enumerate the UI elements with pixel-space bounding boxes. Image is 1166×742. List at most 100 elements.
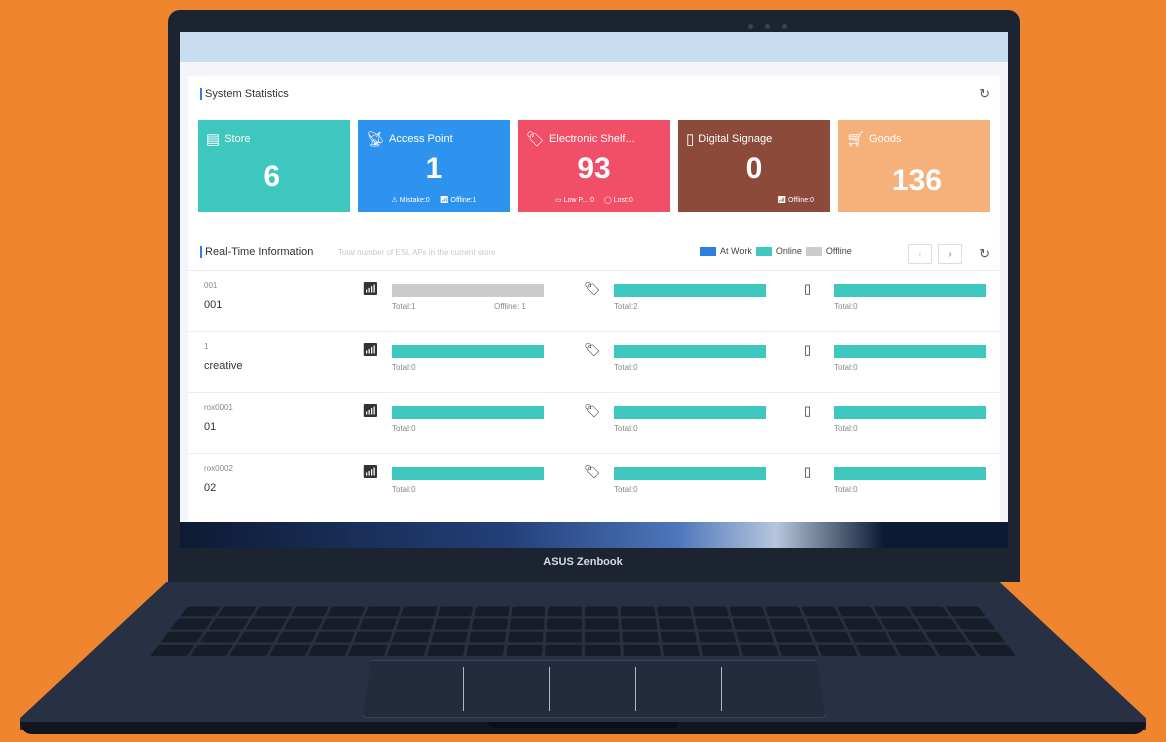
legend-label: At Work [720,246,752,256]
keyboard-key [728,606,766,617]
keyboard-key [353,631,393,643]
keyboard-key [545,644,582,656]
keyboard-key [932,644,977,656]
cart-icon: 🛒︎ [846,131,866,148]
tablet-icon: ▯ [804,281,812,296]
store-card[interactable]: ▤ Store 6 [198,120,350,212]
keyboard-key [471,618,508,630]
store-row[interactable]: 001 001 📶︎ Total:1 Offline: 1 🏷︎ Total:2… [188,270,1000,331]
keyboard-key [198,631,242,643]
keyboard-key [778,644,819,656]
store-name: 01 [204,421,217,433]
keyboard-key [879,618,921,630]
keyboard-key [179,606,221,617]
keyboard-key [732,618,770,630]
card-value: 1 [425,152,443,185]
keyboard-key [474,606,510,617]
electronic-shelf-label-card[interactable]: 🏷︎ Electronic Shelf... 93 ▭ Low P... 0 ◯ … [518,120,670,212]
keyboard-key [546,618,582,630]
store-code: 1 [204,342,209,351]
keyboard-key [661,644,700,656]
signage-total: Total:0 [834,363,858,372]
refresh-icon[interactable]: ↻ [979,86,990,102]
keyboard-key [692,606,729,617]
card-label: Store [224,133,251,145]
keyboard-key [800,606,840,617]
esl-status-bar [614,284,766,297]
card-value: 136 [891,164,942,197]
ap-offline: Offline: 1 [494,302,526,311]
keyboard-key [894,644,937,656]
wifi-icon: 📶︎ [362,342,379,357]
digital-signage-card[interactable]: ▯ Digital Signage 0 📶︎ Offline:0 [678,120,830,212]
app-topbar [180,32,1008,62]
keyboard-key [290,606,330,617]
keyboard-key [584,606,619,617]
next-page-button[interactable]: › [938,244,962,264]
ap-total: Total:0 [392,485,416,494]
keyboard-key [695,618,733,630]
keyboard-key [886,631,929,643]
keyboard-key [208,618,250,630]
keyboard-key [229,644,272,656]
keyboard-key [509,618,545,630]
keyboard-key [326,606,366,617]
signage-total: Total:0 [834,302,858,311]
keyboard-key [700,644,740,656]
access-point-card[interactable]: 📡︎ Access Point 1 ⚠ Mistake:0 📶︎ Offline:… [358,120,510,212]
esl-total: Total:2 [614,302,638,311]
tag-icon: 🏷︎ [584,342,601,357]
keyboard-key [805,618,846,630]
esl-status-bar [614,345,766,358]
webcam [748,24,787,29]
offline-count: 📶︎ Offline:1 [439,197,477,204]
store-row[interactable]: 1 creative 📶︎ Total:0 🏷︎ Total:0 ▯ Total… [188,331,1000,392]
keyboard-key [253,606,293,617]
prev-page-button[interactable]: ‹ [908,244,932,264]
signage-status: ▯ Total:0 [804,464,1004,504]
tablet-icon: ▯ [804,464,812,479]
wifi-icon: 📶︎ [362,281,379,296]
legend-label: Offline [825,246,852,256]
touchpad [362,660,826,718]
keyboard-key [656,606,692,617]
keyboard-key [396,618,434,630]
keyboard-key [391,631,431,643]
store-row[interactable]: rox0001 01 📶︎ Total:0 🏷︎ Total:0 ▯ Total… [188,392,1000,453]
keyboard-key [848,631,890,643]
signage-status-bar [834,284,986,297]
goods-card[interactable]: 🛒︎ Goods 136 [838,120,990,212]
signage-status-bar [834,467,986,480]
ap-status-bar [392,345,544,358]
keyboard-key [836,606,876,617]
keyboard-key [658,618,695,630]
keyboard-key [545,631,582,643]
store-name: 001 [204,299,223,311]
store-icon: ▤ [206,131,221,148]
store-row[interactable]: rox0002 02 📶︎ Total:0 🏷︎ Total:0 ▯ Total… [188,453,1000,514]
tablet-icon: ▯ [804,403,812,418]
keyboard-key [584,618,620,630]
refresh-icon[interactable]: ↻ [979,246,990,262]
signage-status-bar [834,345,986,358]
keyboard-key [971,644,1016,656]
ap-status: 📶︎ Total:0 [362,464,562,504]
card-value: 6 [263,160,280,193]
tag-icon: 🏷︎ [526,131,546,148]
keyboard-key [916,618,958,630]
keyboard-key [773,631,813,643]
offline-count: 📶︎ Offline:0 [777,197,814,204]
wifi-icon: 📶︎ [362,464,379,479]
keyboard-key [909,606,950,617]
store-code: rox0002 [204,464,233,473]
keyboard-key [507,631,544,643]
keyboard-key [584,644,621,656]
keyboard-key [505,644,543,656]
low-power-count: ▭ Low P... 0 [555,197,594,204]
keyboard-key [268,644,311,656]
ap-status: 📶︎ Total:1 Offline: 1 [362,281,562,321]
tablet-icon: ▯ [804,342,812,357]
tag-icon: 🏷︎ [584,281,601,296]
ap-total: Total:0 [392,363,416,372]
stat-cards: ▤ Store 6 📡︎ Access Point 1 ⚠ Mistake:0 📶︎… [198,120,990,212]
